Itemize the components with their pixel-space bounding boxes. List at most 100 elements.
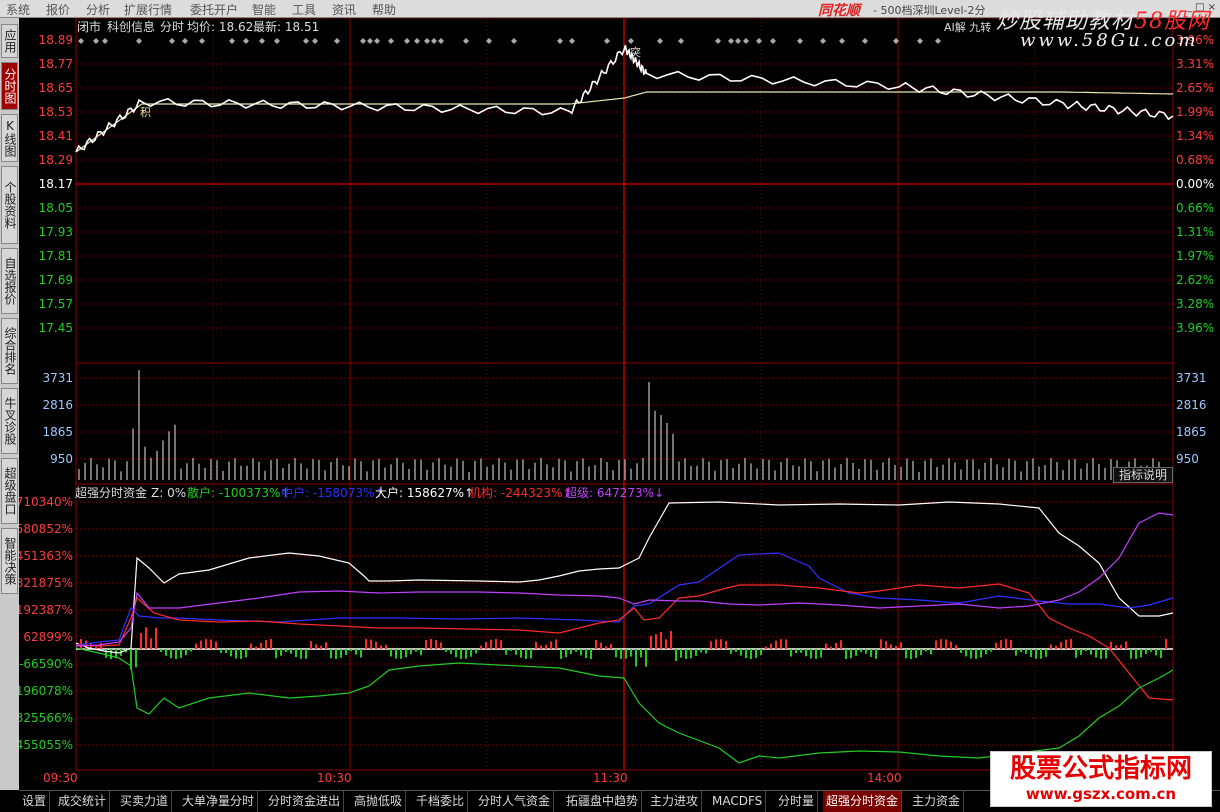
ind-tick: -66590%	[19, 657, 73, 671]
sidebar-tab-watchlist[interactable]: 自选报价	[1, 248, 18, 314]
tab-big-order-net[interactable]: 大单净量分时	[179, 791, 259, 812]
pct-tick: 0.68%	[1176, 153, 1214, 167]
avg-price-label: 均价: 18.62	[187, 20, 253, 34]
indicator-z: Z: 0%	[151, 486, 186, 500]
price-tick: 17.81	[39, 249, 73, 263]
price-tick: 18.29	[39, 153, 73, 167]
tab-main-attack[interactable]: 主力进攻	[647, 791, 703, 812]
tab-trend[interactable]: 拓疆盘中趋势	[563, 791, 643, 812]
watermark-url: www.58Gu.com	[1020, 30, 1199, 51]
marker-ji: 积	[140, 106, 151, 119]
pct-tick: 3.96%	[1176, 321, 1214, 335]
pct-tick: 0.66%	[1176, 201, 1214, 215]
time-tick: 10:30	[317, 771, 352, 785]
menu-analysis[interactable]: 分析	[86, 1, 110, 18]
ind-tick: 196078%	[19, 684, 73, 698]
marker-tu: 突	[630, 45, 641, 59]
vol-tick: 1865	[42, 425, 73, 439]
pct-tick: 1.99%	[1176, 105, 1214, 119]
volume-bars	[78, 370, 1166, 480]
brand-logo: 同花顺	[818, 3, 860, 19]
indicator-chaoji: 超级: 647273%↓	[565, 485, 664, 500]
ind-tick: 192387%	[19, 603, 73, 617]
volume-axis-right: 3731 2816 1865 950	[1176, 371, 1207, 466]
indicator-name: 超强分时资金	[75, 485, 147, 500]
left-price-axis: 18.89 18.77 18.65 18.53 18.41 18.29 18.1…	[39, 33, 73, 335]
price-tick: 17.93	[39, 225, 73, 239]
ind-tick: 321875%	[19, 576, 73, 590]
pct-tick: 2.65%	[1176, 81, 1214, 95]
watermark-bottom-title: 股票公式指标网	[1009, 754, 1192, 784]
price-tick: 18.41	[39, 129, 73, 143]
sidebar-tab-decision[interactable]: 智能决策	[1, 528, 18, 594]
tab-fund-flow[interactable]: 分时资金进出	[265, 791, 345, 812]
pct-tick: 1.31%	[1176, 225, 1214, 239]
menu-news[interactable]: 资讯	[332, 1, 356, 18]
sidebar-tab-intraday[interactable]: 分时图	[1, 62, 18, 110]
tab-settings[interactable]: 设置	[19, 791, 51, 812]
volume-axis-left: 3731 2816 1865 950	[42, 371, 73, 466]
vol-tick: 3731	[42, 371, 73, 385]
watermark-bottom: 股票公式指标网 www.gszx.com.cn	[990, 751, 1212, 807]
ind-tick: 62899%	[23, 630, 73, 644]
tab-volume[interactable]: 分时量	[775, 791, 819, 812]
menu-quote[interactable]: 报价	[46, 1, 70, 18]
chart-mode: 分时	[160, 20, 184, 34]
ind-tick: 451363%	[19, 549, 73, 563]
time-tick: 09:30	[43, 771, 78, 785]
menu-trade[interactable]: 委托开户	[190, 1, 238, 18]
tab-main-fund[interactable]: 主力资金	[909, 791, 965, 812]
time-tick: 11:30	[593, 771, 628, 785]
tab-super-fund[interactable]: 超强分时资金	[823, 791, 903, 812]
time-tick: 14:00	[867, 771, 902, 785]
menu-extended[interactable]: 扩展行情	[124, 1, 172, 18]
pct-tick: 3.28%	[1176, 297, 1214, 311]
price-tick: 17.57	[39, 297, 73, 311]
sidebar-tab-kline[interactable]: K线图	[1, 114, 18, 162]
ind-tick: 325566%	[19, 711, 73, 725]
ind-tick: 455055%	[19, 738, 73, 752]
sidebar-tab-ranking[interactable]: 综合排名	[1, 318, 18, 384]
ind-tick: 580852%	[19, 522, 73, 536]
indicator-jigou: 机构: -244323%↑	[469, 485, 572, 500]
sidebar-tab-apps[interactable]: 应用	[1, 24, 18, 58]
ai-label[interactable]: AI解 九转	[944, 20, 991, 34]
intraday-chart[interactable]: 闭市 科创信息 分时 均价: 18.62 最新: 18.51 AI解 九转 18…	[16, 17, 1220, 790]
tab-macdfs[interactable]: MACDFS	[709, 791, 767, 812]
price-tick: 17.69	[39, 273, 73, 287]
price-tick: 18.77	[39, 57, 73, 71]
price-tick: 17.45	[39, 321, 73, 335]
chart-area: 闭市 科创信息 分时 均价: 18.62 最新: 18.51 AI解 九转 18…	[16, 17, 1220, 790]
tab-popularity[interactable]: 分时人气资金	[475, 791, 555, 812]
indicator-help-button[interactable]: 指标说明	[1113, 467, 1173, 483]
indicator-sanhu: 散户: -100373%↑	[187, 485, 290, 500]
indicator-axis: 710340% 580852% 451363% 321875% 192387% …	[16, 495, 73, 752]
watermark-bottom-url: www.gszx.com.cn	[1025, 785, 1177, 803]
signal-diamonds	[78, 38, 941, 44]
price-tick: 18.05	[39, 201, 73, 215]
status-text: 闭市	[77, 19, 101, 34]
stock-name: 科创信息	[107, 19, 155, 34]
sidebar-tab-profile[interactable]: 个股资料	[1, 166, 18, 244]
tab-trade-stats[interactable]: 成交统计	[55, 791, 111, 812]
pct-tick: 1.34%	[1176, 129, 1214, 143]
sidebar-tab-level2[interactable]: 超级盘口	[1, 458, 18, 524]
menu-tools[interactable]: 工具	[292, 1, 316, 18]
menu-smart[interactable]: 智能	[252, 1, 276, 18]
price-tick: 18.53	[39, 105, 73, 119]
window-title: - 500档深圳Level-2分	[873, 4, 986, 17]
indicator-zhonghu: 中户: -158073%↑	[281, 485, 384, 500]
price-tick: 18.17	[39, 177, 73, 191]
menu-system[interactable]: 系统	[6, 1, 30, 18]
menu-help[interactable]: 帮助	[372, 1, 396, 18]
tab-order-ratio[interactable]: 千档委比	[413, 791, 469, 812]
vol-tick: 3731	[1176, 371, 1207, 385]
tab-buy-sell-force[interactable]: 买卖力道	[117, 791, 173, 812]
pct-tick: 3.31%	[1176, 57, 1214, 71]
pct-tick: 2.62%	[1176, 273, 1214, 287]
price-tick: 18.65	[39, 81, 73, 95]
ind-tick: 710340%	[19, 495, 73, 509]
sidebar-tab-diagnosis[interactable]: 牛叉诊股	[1, 388, 18, 454]
time-axis: 09:30 10:30 11:30 14:00	[43, 771, 902, 785]
tab-high-sell-low-buy[interactable]: 高抛低吸	[351, 791, 407, 812]
